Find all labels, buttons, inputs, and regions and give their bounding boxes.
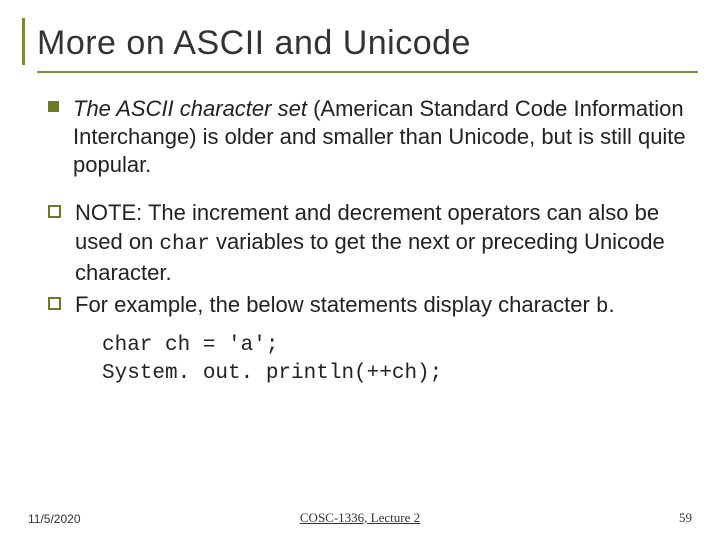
bullet-item-3: For example, the below statements displa… [48,291,692,322]
title-underline [37,71,698,73]
footer-page-number: 59 [679,510,692,526]
bullet-3-text: For example, the below statements displa… [75,291,615,322]
bullet-2-code: char [159,233,209,256]
slide: More on ASCII and Unicode The ASCII char… [0,0,720,540]
square-bullet-icon [48,101,59,112]
square-outline-bullet-icon [48,205,61,218]
code-line-1: char ch = 'a'; [102,332,692,360]
bullet-item-1: The ASCII character set (American Standa… [48,95,692,179]
square-outline-bullet-icon [48,297,61,310]
bullet-item-2: NOTE: The increment and decrement operat… [48,199,692,286]
slide-footer: 11/5/2020 COSC-1336, Lecture 2 59 [0,510,720,526]
content-area: The ASCII character set (American Standa… [22,95,698,388]
bullet-1-text: The ASCII character set (American Standa… [73,95,692,179]
slide-title: More on ASCII and Unicode [37,24,698,63]
code-line-2: System. out. println(++ch); [102,360,692,388]
bullet-3-a: For example, the below statements displa… [75,292,596,317]
title-rule-left: More on ASCII and Unicode [22,18,698,65]
bullet-1-italic: The ASCII character set [73,96,307,121]
bullet-3-code: b [596,296,609,319]
bullet-3-b: . [609,292,615,317]
bullet-2-text: NOTE: The increment and decrement operat… [75,199,692,286]
footer-course: COSC-1336, Lecture 2 [300,510,420,526]
footer-date: 11/5/2020 [28,512,81,526]
code-block: char ch = 'a'; System. out. println(++ch… [48,332,692,389]
